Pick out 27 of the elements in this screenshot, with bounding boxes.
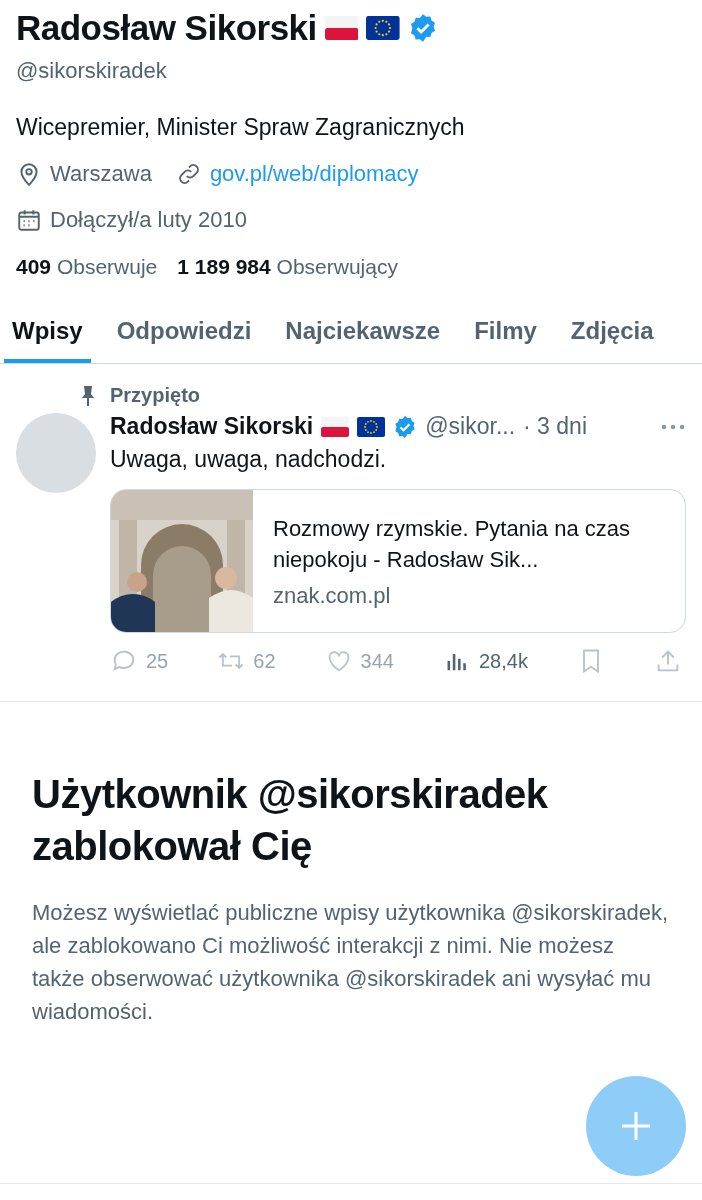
tweet-text: Uwaga, uwaga, nadchodzi.	[110, 446, 388, 473]
profile-tab[interactable]: Zdjęcia	[562, 313, 662, 363]
tweet-time: · 3 dni	[523, 413, 587, 440]
views-button[interactable]: 28,4k	[442, 647, 528, 675]
tweet-author: Radosław Sikorski	[110, 413, 314, 440]
tweet-handle: @sikor...	[425, 413, 516, 440]
profile-handle: @sikorskiradek	[16, 58, 168, 84]
calendar-icon	[16, 207, 42, 233]
profile-tab[interactable]: Najciekawsze	[277, 313, 449, 363]
link-card-domain: znak.com.pl	[273, 583, 392, 609]
following-count-link[interactable]: 409 Obserwuje	[16, 255, 158, 279]
blocked-message: Możesz wyświetlać publiczne wpisy użytkownika @sikorskiradek, ale zablokowano Ci możliwość interakcji z nimi. Nie możesz także obserwować użytkownika @sikorskiradek ani wysyłać mu wiadomości.	[32, 899, 670, 1026]
pin-icon	[80, 384, 96, 407]
join-date: Dołączył/a luty 2010	[50, 207, 247, 233]
plus-icon	[619, 1109, 653, 1143]
pinned-label: Przypięto	[110, 384, 201, 407]
profile-tab[interactable]: Wpisy	[4, 313, 91, 363]
profile-bio: Wicepremier, Minister Spraw Zagranicznych	[16, 114, 466, 141]
followers-count-link[interactable]: 1 189 984 Obserwujący	[177, 255, 398, 279]
profile-tab[interactable]: Odpowiedzi	[108, 313, 260, 363]
link-card-title: Rozmowy rzymskie. Pytania na czas niepokoju - Radosław Sik...	[273, 515, 631, 574]
link-card[interactable]: Rozmowy rzymskie. Pytania na czas niepokoju - Radosław Sik... znak.com.pl	[110, 489, 686, 633]
more-icon[interactable]	[660, 422, 686, 431]
profile-tab[interactable]: Filmy	[466, 313, 545, 363]
blocked-title: Użytkownik @sikorskiradek zablokował Cię	[32, 771, 549, 870]
profile-name: Radosław Sikorski	[16, 8, 317, 48]
profile-location: Warszawa	[50, 161, 152, 187]
